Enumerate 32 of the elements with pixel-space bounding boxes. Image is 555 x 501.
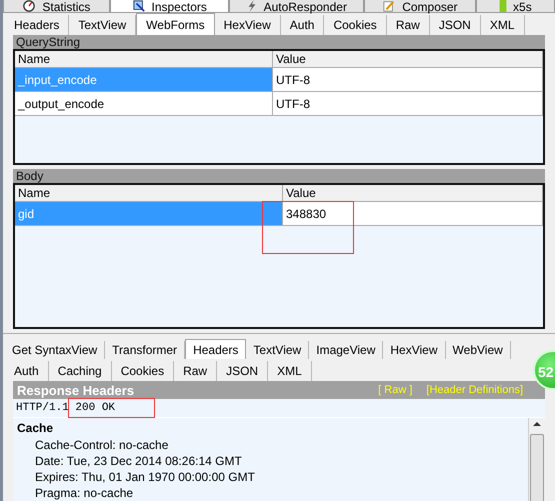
scroll-up-icon[interactable] — [533, 422, 541, 426]
header-line: Cache-Control: no-cache — [34, 437, 170, 453]
section-title: Body — [13, 169, 545, 183]
name-cell[interactable]: _output_encode — [15, 92, 273, 116]
scrollbar-thumb[interactable] — [530, 434, 544, 501]
section-title: Response Headers — [17, 382, 136, 398]
header-line: Date: Tue, 23 Dec 2014 08:26:14 GMT — [34, 453, 243, 469]
stopwatch-icon — [22, 0, 36, 12]
tab[interactable]: Headers — [185, 339, 246, 359]
column-header: Value — [283, 185, 543, 202]
lightning-icon — [246, 0, 258, 12]
block-icon — [499, 0, 508, 12]
tab[interactable]: Statistics — [3, 0, 110, 13]
tab[interactable]: AutoResponder — [228, 0, 364, 13]
column-header: Name — [15, 51, 273, 68]
notepad-pencil-icon — [382, 0, 396, 12]
tab[interactable]: Composer — [364, 0, 476, 13]
section-title: QueryString — [13, 35, 545, 49]
scrollbar[interactable] — [528, 418, 545, 501]
tab[interactable]: WebForms — [136, 13, 215, 35]
count-badge: 52 — [533, 350, 555, 390]
value-cell: 348830 — [283, 202, 543, 226]
header-line: Pragma: no-cache — [34, 485, 134, 501]
column-header: Name — [15, 185, 283, 202]
inspector-icon — [132, 0, 146, 12]
column-header: Value — [273, 51, 543, 68]
tab[interactable]: Inspectors — [110, 0, 229, 13]
value-cell: UTF-8 — [273, 68, 543, 92]
tab[interactable]: x5s — [476, 0, 555, 13]
group-title: Cache — [17, 421, 54, 437]
header-line: Expires: Thu, 01 Jan 1970 00:00:00 GMT — [34, 469, 256, 485]
value-cell: UTF-8 — [273, 92, 543, 116]
